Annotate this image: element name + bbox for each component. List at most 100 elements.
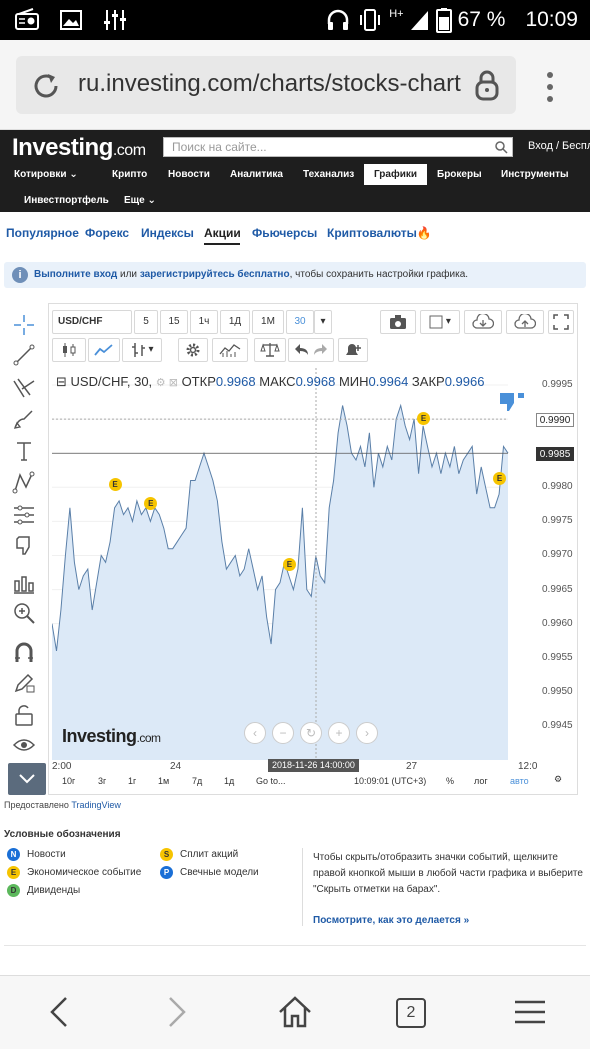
tab-futures[interactable]: Фьючерсы (252, 226, 317, 240)
gear-icon[interactable]: ⚙ (554, 774, 562, 785)
economic-event-marker[interactable]: E (282, 557, 296, 571)
scroll-right-icon[interactable]: › (356, 722, 378, 744)
fib-icon[interactable] (12, 375, 36, 399)
nav-instruments[interactable]: Инструменты (501, 169, 569, 180)
legend-settings-icon[interactable]: ⚙ ⊠ (156, 377, 178, 389)
load-chart-button[interactable] (464, 310, 502, 334)
redo-icon[interactable] (312, 342, 328, 358)
reload-icon[interactable] (30, 70, 62, 102)
site-logo[interactable]: Investing.com (12, 134, 146, 162)
interval-15[interactable]: 15 (160, 310, 188, 334)
forward-icon[interactable] (158, 994, 194, 1030)
tab-indices[interactable]: Индексы (141, 226, 194, 240)
measure-icon[interactable] (12, 571, 36, 595)
reset-icon[interactable]: ↻ (300, 722, 322, 744)
range-10y[interactable]: 10г (62, 776, 75, 786)
alert-button[interactable] (338, 338, 368, 362)
search-icon[interactable] (494, 140, 508, 154)
banner-login-link[interactable]: Выполните вход (34, 269, 117, 280)
lock-icon[interactable] (472, 68, 502, 102)
menu-icon[interactable] (512, 994, 548, 1030)
interval-1m[interactable]: 1М (252, 310, 284, 334)
fullscreen-button[interactable] (548, 310, 574, 334)
brush-icon[interactable] (12, 407, 36, 431)
banner-register-link[interactable]: зарегистрируйтесь бесплатно (140, 269, 290, 280)
nav-analytics[interactable]: Аналитика (230, 169, 283, 180)
thumb-marker-icon[interactable] (498, 391, 526, 413)
undo-icon[interactable] (294, 342, 310, 358)
pencil-lock-icon[interactable] (12, 671, 36, 695)
nav-portfolio[interactable]: Инвестпортфель (24, 195, 109, 206)
auto-toggle[interactable]: авто (510, 776, 529, 786)
site-search-input[interactable]: Поиск на сайте... (163, 137, 513, 157)
nav-more[interactable]: Еще ⌄ (124, 195, 156, 206)
pattern-icon[interactable] (12, 471, 36, 495)
price-tick: 0.9970 (542, 549, 573, 561)
settings-button[interactable] (178, 338, 208, 362)
nav-charts[interactable]: Графики (364, 164, 428, 185)
nav-news[interactable]: Новости (168, 169, 210, 180)
legend-howto-link[interactable]: Посмотрите, как это делается » (313, 915, 469, 926)
text-tool-icon[interactable] (12, 439, 36, 463)
interval-dropdown[interactable]: ▾ (314, 310, 332, 334)
tab-crypto-label: Криптовалюты (327, 226, 417, 240)
goto-button[interactable]: Go to... (256, 776, 286, 786)
log-toggle[interactable]: лог (474, 776, 488, 786)
more-vert-icon[interactable] (543, 70, 557, 104)
scroll-left-icon[interactable]: ‹ (244, 722, 266, 744)
economic-event-marker[interactable]: E (108, 477, 122, 491)
zoom-out-icon[interactable]: − (272, 722, 294, 744)
indicators-button[interactable] (212, 338, 248, 362)
tab-crypto[interactable]: Криптовалюты🔥 (327, 226, 432, 240)
url-text: ru.investing.com/charts/stocks-chart (78, 70, 461, 97)
thumb-icon[interactable] (12, 533, 36, 557)
nav-tech-analysis[interactable]: Теханализ (303, 169, 354, 180)
tab-forex[interactable]: Форекс (85, 226, 129, 240)
trend-line-icon[interactable] (12, 343, 36, 367)
home-icon[interactable] (277, 994, 313, 1030)
percent-toggle[interactable]: % (446, 776, 454, 786)
zoom-in-icon[interactable] (12, 601, 36, 625)
range-1m[interactable]: 1м (158, 776, 169, 786)
economic-event-marker[interactable]: E (417, 411, 431, 425)
zoom-in-control-icon[interactable]: + (328, 722, 350, 744)
range-7d[interactable]: 7д (192, 776, 202, 786)
save-chart-button[interactable] (506, 310, 544, 334)
tab-stocks[interactable]: Акции (204, 226, 241, 240)
interval-1d[interactable]: 1Д (220, 310, 250, 334)
clock-readout[interactable]: 10:09:01 (UTC+3) (354, 776, 426, 786)
legend-collapse-icon[interactable]: ⊟ (56, 374, 67, 389)
price-tick: 0.9955 (542, 651, 573, 663)
area-chart-button[interactable] (88, 338, 120, 362)
range-1d[interactable]: 1д (224, 776, 234, 786)
interval-30[interactable]: 30 (286, 310, 314, 334)
nav-crypto[interactable]: Крипто (112, 169, 147, 180)
compare-scales-button[interactable] (254, 338, 286, 362)
screenshot-button[interactable] (380, 310, 416, 334)
compare-button[interactable]: ▾ (122, 338, 162, 362)
price-axis[interactable]: 0.9995 0.9990 0.9985 0.9980 0.9975 0.9970 0.99… (536, 379, 576, 760)
login-link[interactable]: Вход / Беспл (528, 140, 590, 152)
symbol-input[interactable]: USD/CHF (52, 310, 132, 334)
legend-symbol: USD/CHF, 30, (70, 374, 153, 389)
interval-5[interactable]: 5 (134, 310, 158, 334)
price-tick: 0.9960 (542, 617, 573, 629)
tradingview-link[interactable]: TradingView (71, 800, 121, 810)
crosshair-icon[interactable] (12, 313, 36, 337)
eye-icon[interactable] (12, 733, 36, 757)
collapse-toolbar-button[interactable] (8, 763, 46, 795)
address-bar[interactable]: ru.investing.com/charts/stocks-chart (16, 56, 516, 114)
nav-brokers[interactable]: Брокеры (437, 169, 482, 180)
candles-button[interactable] (52, 338, 86, 362)
prediction-icon[interactable] (12, 503, 36, 527)
interval-1h[interactable]: 1ч (190, 310, 218, 334)
nav-quotes[interactable]: Котировки ⌄ (14, 169, 78, 180)
back-icon[interactable] (42, 994, 78, 1030)
chart-style-select[interactable]: ▾ (420, 310, 460, 334)
range-1y[interactable]: 1г (128, 776, 136, 786)
magnet-icon[interactable] (12, 641, 36, 665)
tabs-button[interactable]: 2 (396, 998, 426, 1028)
range-3y[interactable]: 3г (98, 776, 106, 786)
tab-popular[interactable]: Популярное (6, 226, 79, 240)
lock-drawings-icon[interactable] (12, 703, 36, 727)
